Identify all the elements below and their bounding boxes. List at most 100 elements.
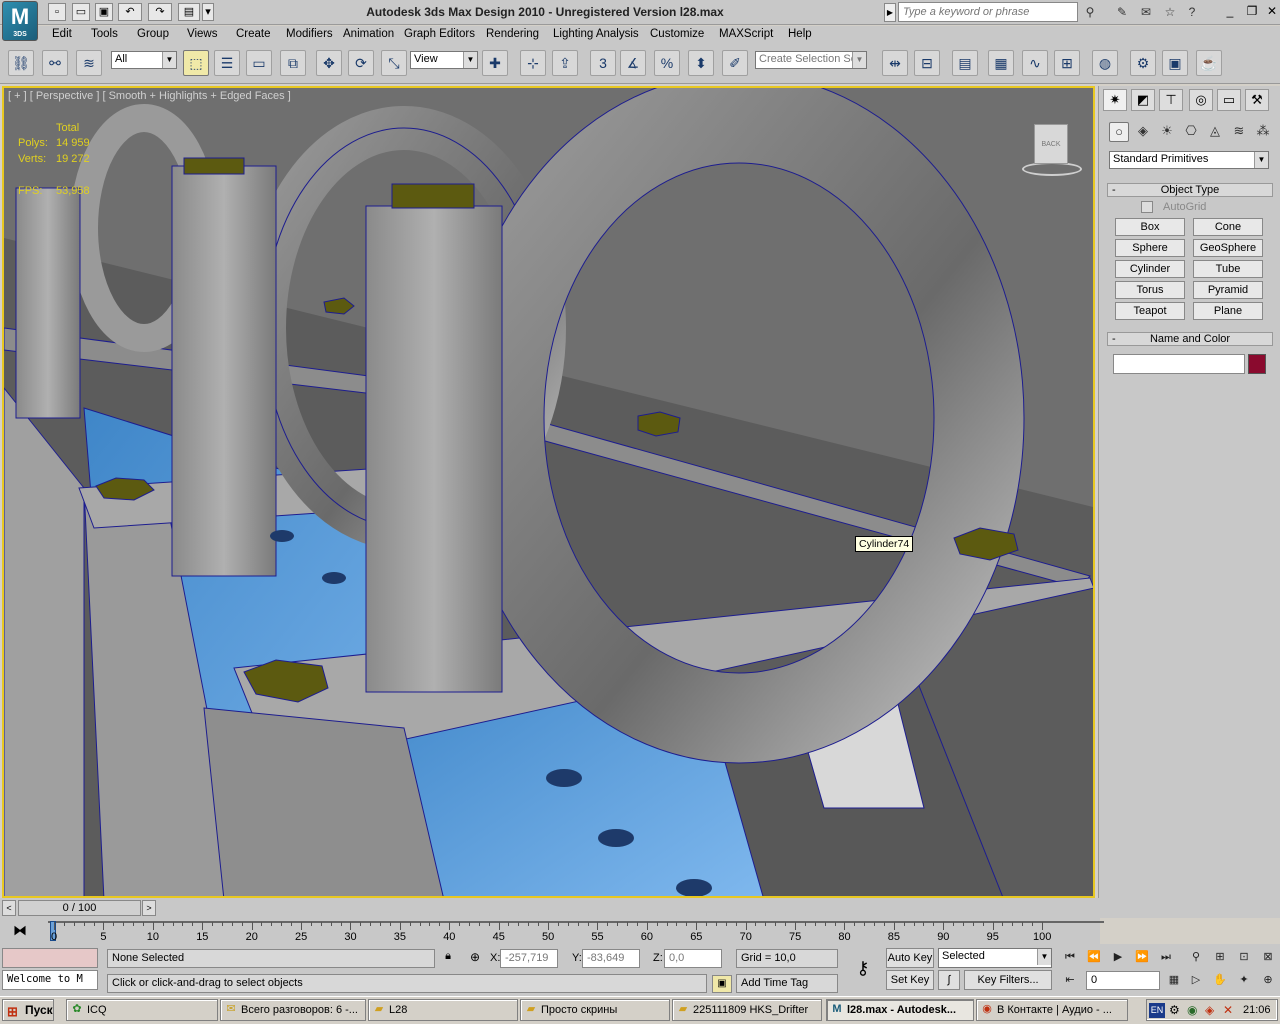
menu-lighting-analysis[interactable]: Lighting Analysis [553, 28, 639, 40]
menu-tools[interactable]: Tools [91, 28, 118, 40]
quick-access-dropdown-icon[interactable]: ▾ [202, 3, 214, 21]
cylinder-button[interactable]: Cylinder [1115, 260, 1185, 278]
select-and-rotate-icon[interactable]: ⟳ [348, 50, 374, 76]
mirror-icon[interactable]: ⇹ [882, 50, 908, 76]
search-input[interactable] [898, 2, 1078, 22]
motion-tab-icon[interactable]: ◎ [1189, 89, 1213, 111]
key-filters-button[interactable]: Key Filters... [964, 970, 1052, 990]
graphite-modeling-icon[interactable]: ▦ [988, 50, 1014, 76]
field-of-view-icon[interactable]: ▷ [1186, 971, 1206, 989]
antivirus-icon[interactable]: ◉ [1187, 1003, 1197, 1017]
auto-key-button[interactable]: Auto Key [886, 948, 934, 968]
reference-coordinate-dropdown[interactable]: View ▼ [410, 51, 478, 69]
maxscript-mini-listener-top[interactable] [2, 948, 98, 968]
select-and-manipulate-icon[interactable]: ⊹ [520, 50, 546, 76]
layer-manager-icon[interactable]: ▤ [952, 50, 978, 76]
tray-shield-icon[interactable]: ✕ [1223, 1003, 1233, 1017]
z-coordinate-field[interactable]: 0,0 [664, 949, 722, 968]
object-type-rollout[interactable]: - Object Type [1107, 183, 1273, 197]
menu-help[interactable]: Help [788, 28, 812, 40]
minimize-icon[interactable]: _ [1222, 4, 1238, 20]
menu-graph-editors[interactable]: Graph Editors [404, 28, 475, 40]
rendered-frame-window-icon[interactable]: ▣ [1162, 50, 1188, 76]
geosphere-button[interactable]: GeoSphere [1193, 239, 1263, 257]
set-key-icon[interactable]: ⚷ [846, 958, 880, 982]
taskbar-item-icq[interactable]: ✿ ICQ [66, 999, 218, 1021]
y-coordinate-field[interactable]: -83,649 [582, 949, 640, 968]
add-time-tag-field[interactable]: Add Time Tag [736, 974, 838, 993]
communication-center-icon[interactable]: ✉ [1136, 3, 1156, 22]
perspective-viewport[interactable]: [ + ] [ Perspective ] [ Smooth + Highlig… [2, 86, 1095, 898]
helpers-icon[interactable]: ◬ [1205, 122, 1225, 142]
angle-snap-icon[interactable]: ∡ [620, 50, 646, 76]
select-and-move-icon[interactable]: ✥ [316, 50, 342, 76]
absolute-mode-transform-icon[interactable]: ⊕ [466, 950, 484, 968]
align-icon[interactable]: ⊟ [914, 50, 940, 76]
menu-animation[interactable]: Animation [343, 28, 394, 40]
help-icon[interactable]: ? [1182, 3, 1202, 22]
menu-maxscript[interactable]: MAXScript [719, 28, 773, 40]
select-and-link-icon[interactable]: ⛓ [8, 50, 34, 76]
schematic-view-icon[interactable]: ⊞ [1054, 50, 1080, 76]
render-setup-icon[interactable]: ⚙ [1130, 50, 1156, 76]
name-and-color-rollout[interactable]: - Name and Color [1107, 332, 1273, 346]
tube-button[interactable]: Tube [1193, 260, 1263, 278]
viewport-label-menu[interactable]: [ + ] [ Perspective ] [ Smooth + Highlig… [8, 90, 291, 102]
display-tab-icon[interactable]: ▭ [1217, 89, 1241, 111]
hierarchy-tab-icon[interactable]: ⊤ [1159, 89, 1183, 111]
modify-tab-icon[interactable]: ◩ [1131, 89, 1155, 111]
tray-app-icon[interactable]: ◈ [1205, 1003, 1214, 1017]
menu-rendering[interactable]: Rendering [486, 28, 539, 40]
object-name-input[interactable] [1113, 354, 1245, 374]
network-icon[interactable]: ⚙ [1169, 1003, 1180, 1017]
unlink-icon[interactable]: ⚯ [42, 50, 68, 76]
maxscript-mini-listener[interactable]: Welcome to M [2, 970, 98, 990]
autogrid-checkbox[interactable] [1141, 201, 1153, 213]
time-configuration-icon[interactable]: ▦ [1164, 971, 1184, 989]
orbit-icon[interactable]: ✦ [1234, 971, 1254, 989]
sphere-button[interactable]: Sphere [1115, 239, 1185, 257]
menu-edit[interactable]: Edit [52, 28, 72, 40]
utilities-tab-icon[interactable]: ⚒ [1245, 89, 1269, 111]
teapot-button[interactable]: Teapot [1115, 302, 1185, 320]
search-expand-icon[interactable]: ▶ [884, 3, 896, 22]
time-next-arrow-icon[interactable]: > [142, 900, 156, 916]
space-warps-icon[interactable]: ≋ [1229, 122, 1249, 142]
key-mode-dropdown[interactable]: Selected ▼ [938, 948, 1052, 968]
edit-named-selection-icon[interactable]: ✐ [722, 50, 748, 76]
taskbar-item-chat[interactable]: ✉ Всего разговоров: 6 -... [220, 999, 366, 1021]
primitive-category-dropdown[interactable]: Standard Primitives ▼ [1109, 151, 1269, 169]
application-button[interactable]: M 3DS [2, 1, 38, 41]
pan-icon[interactable]: ✋ [1210, 971, 1230, 989]
go-to-start-icon[interactable]: ⏮ [1060, 948, 1080, 966]
set-key-button[interactable]: Set Key [886, 970, 934, 990]
snaps-toggle-icon[interactable]: 3 [590, 50, 616, 76]
box-button[interactable]: Box [1115, 218, 1185, 236]
x-coordinate-field[interactable]: -257,719 [500, 949, 558, 968]
create-tab-icon[interactable]: ✷ [1103, 89, 1127, 111]
redo-icon[interactable]: ↷ [148, 3, 172, 21]
new-icon[interactable]: ▫ [48, 3, 66, 21]
previous-frame-icon[interactable]: ⏪ [1084, 948, 1104, 966]
torus-button[interactable]: Torus [1115, 281, 1185, 299]
select-by-name-icon[interactable]: ☰ [214, 50, 240, 76]
menu-create[interactable]: Create [236, 28, 271, 40]
menu-views[interactable]: Views [187, 28, 217, 40]
cone-button[interactable]: Cone [1193, 218, 1263, 236]
key-tangent-icon[interactable]: ∫ [938, 970, 960, 990]
curve-editor-icon[interactable]: ∿ [1022, 50, 1048, 76]
zoom-icon[interactable]: ⚲ [1186, 948, 1206, 966]
select-and-scale-icon[interactable]: ⤡ [381, 50, 407, 76]
menu-customize[interactable]: Customize [650, 28, 704, 40]
pivot-point-center-icon[interactable]: ✚ [482, 50, 508, 76]
start-button[interactable]: ⊞ Пуск [2, 999, 54, 1021]
percent-snap-icon[interactable]: % [654, 50, 680, 76]
rectangular-selection-icon[interactable]: ▭ [246, 50, 272, 76]
taskbar-item-drifter[interactable]: ▰ 225111809 HKS_Drifter [672, 999, 822, 1021]
selection-filter-dropdown[interactable]: All ▼ [111, 51, 177, 69]
taskbar-item-browser[interactable]: ◉ В Контакте | Аудио - ... [976, 999, 1128, 1021]
selection-lock-icon[interactable]: 🔒︎ [440, 950, 456, 968]
window-crossing-icon[interactable]: ⧉ [280, 50, 306, 76]
select-object-icon[interactable]: ⬚ [183, 50, 209, 76]
object-color-swatch[interactable] [1248, 354, 1266, 374]
